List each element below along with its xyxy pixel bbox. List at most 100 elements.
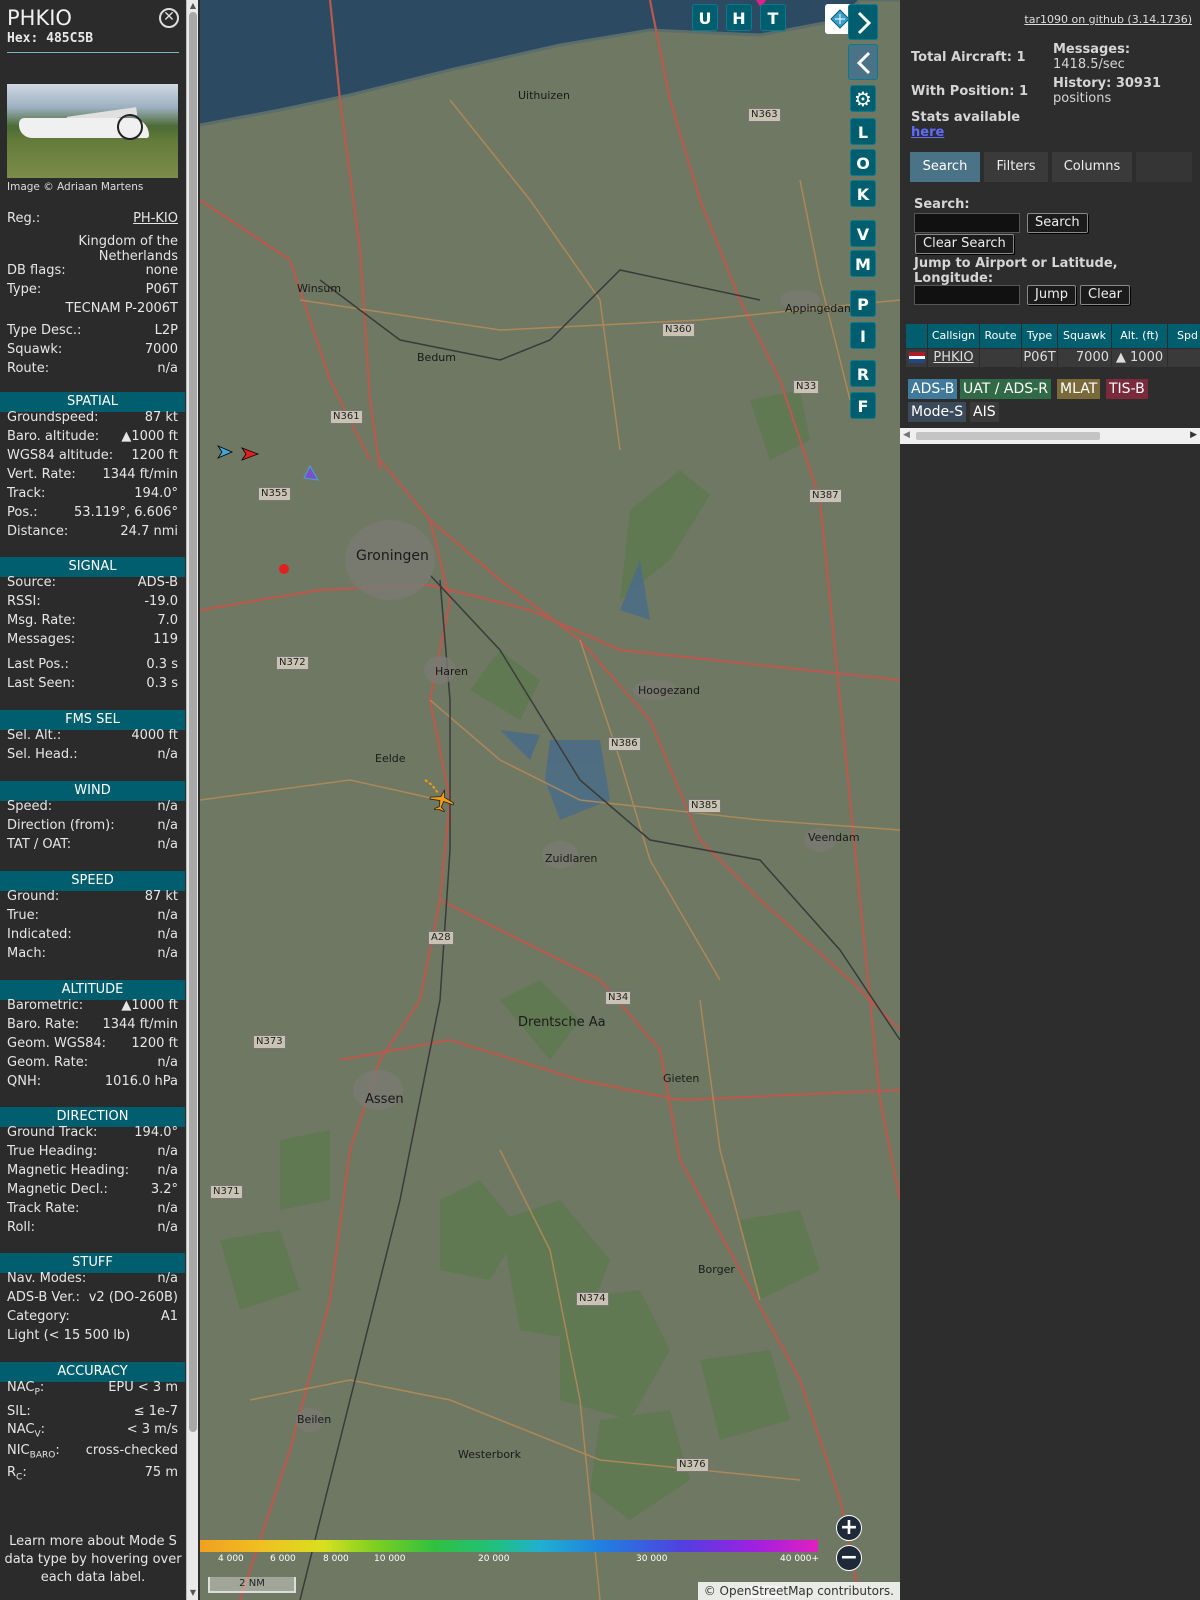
map-button-i[interactable]: I	[850, 322, 876, 349]
source-adsb[interactable]: ADS-B	[908, 379, 958, 399]
collapse-panel-button[interactable]	[848, 44, 878, 80]
scrollbar-thumb[interactable]	[916, 432, 1100, 440]
altitude-value: 1016.0 hPa	[104, 1074, 178, 1089]
zoom-in-button[interactable]: +	[836, 1515, 862, 1541]
search-button[interactable]: Search	[1027, 213, 1088, 233]
wind-row: TAT / OAT: n/a	[7, 836, 178, 854]
clear-search-button[interactable]: Clear Search	[915, 234, 1014, 254]
history-label: History: 30931	[1053, 76, 1162, 91]
sidebar-scrollbar[interactable]: ▲ ▼	[186, 0, 198, 1600]
accuracy-key: RC:	[7, 1465, 27, 1483]
place-label: Eelde	[375, 752, 406, 765]
tab-filters[interactable]: Filters	[984, 152, 1048, 182]
expand-panel-button[interactable]	[848, 4, 878, 40]
map-button-f[interactable]: F	[850, 392, 876, 419]
source-modes[interactable]: Mode-S	[908, 402, 967, 422]
map-canvas[interactable]	[200, 0, 900, 1600]
search-input[interactable]	[914, 213, 1020, 233]
map-button-l[interactable]: L	[850, 118, 876, 145]
github-link[interactable]: tar1090 on github (3.14.1736)	[1024, 13, 1192, 26]
source-tisb[interactable]: TIS-B	[1106, 379, 1148, 399]
info-value: n/a	[157, 361, 178, 376]
aircraft-hex: Hex: 485C5B	[7, 31, 94, 46]
zoom-out-button[interactable]: −	[836, 1545, 862, 1571]
map-button-m[interactable]: M	[850, 250, 876, 277]
accuracy-key-main: NAC	[7, 1380, 35, 1395]
accuracy-value: 75 m	[144, 1465, 178, 1480]
col-squawk[interactable]: Squawk	[1058, 324, 1112, 348]
scroll-right-icon[interactable]: ▶	[1190, 430, 1197, 440]
scroll-up-icon[interactable]: ▲	[188, 1, 198, 11]
col-callsign[interactable]: Callsign	[928, 324, 980, 348]
scroll-left-icon[interactable]: ◀	[903, 430, 910, 440]
settings-button[interactable]: ⚙	[850, 85, 876, 112]
road-label: N386	[608, 737, 641, 751]
col-altitude[interactable]: Alt. (ft)	[1112, 324, 1168, 348]
info-value[interactable]: PH-KIO	[133, 210, 178, 228]
stuff-row: Light (< 15 500 lb)	[7, 1327, 178, 1345]
speed-row: True: n/a	[7, 907, 178, 925]
info-value: 7000	[144, 342, 178, 357]
selected-aircraft-icon[interactable]	[428, 788, 456, 813]
map-button-u[interactable]: U	[692, 4, 718, 31]
map-button-h[interactable]: H	[726, 4, 752, 31]
map-button-p[interactable]: P	[850, 290, 876, 317]
tab-search[interactable]: Search	[910, 152, 980, 182]
accuracy-key-sub: V	[34, 1429, 41, 1440]
map-button-r[interactable]: R	[850, 360, 876, 387]
tab-extra[interactable]	[1136, 152, 1192, 182]
accuracy-key-main: NIC	[7, 1443, 30, 1458]
tab-columns[interactable]: Columns	[1052, 152, 1132, 182]
direction-value: n/a	[157, 1163, 178, 1178]
source-mlat[interactable]: MLAT	[1057, 379, 1101, 399]
direction-row: Roll: n/a	[7, 1219, 178, 1237]
accuracy-value: ≤ 1e-7	[133, 1404, 178, 1419]
col-flag[interactable]	[906, 324, 928, 348]
aircraft-photo[interactable]	[7, 84, 178, 178]
scroll-down-icon[interactable]: ▼	[188, 1588, 198, 1598]
source-ais[interactable]: AIS	[970, 402, 999, 422]
search-label: Search:	[914, 197, 970, 212]
place-label: Hoogezand	[638, 684, 700, 697]
jump-button[interactable]: Jump	[1027, 285, 1076, 305]
altitude-key: Geom. WGS84:	[7, 1036, 107, 1051]
altitude-key: Barometric:	[7, 998, 84, 1013]
aircraft-detail-sidebar: PHKIO ✕ Hex: 485C5B Image © Adriaan Mart…	[0, 0, 185, 1600]
stuff-value: n/a	[157, 1271, 178, 1286]
stats-here-link[interactable]: here	[911, 125, 944, 140]
jump-input[interactable]	[914, 285, 1020, 305]
map-button-t[interactable]: T	[760, 4, 786, 31]
col-type[interactable]: Type	[1022, 324, 1058, 348]
map-button-v[interactable]: V	[850, 220, 876, 247]
map-button-o[interactable]: O	[850, 149, 876, 176]
fms-row: Sel. Alt.: 4000 ft	[7, 727, 178, 745]
col-route[interactable]: Route	[980, 324, 1022, 348]
accuracy-key-sub: C	[16, 1472, 23, 1483]
map-button-k[interactable]: K	[850, 180, 876, 207]
spatial-value: 53.119°, 6.606°	[74, 505, 178, 520]
signal-key: Last Pos.:	[7, 657, 69, 672]
place-label: Winsum	[297, 282, 342, 295]
direction-key: True Heading:	[7, 1144, 98, 1159]
info-row: Type Desc.: L2P	[7, 322, 178, 340]
altitude-value: 1200 ft	[131, 1036, 178, 1051]
clear-jump-button[interactable]: Clear	[1080, 285, 1130, 305]
altitude-tick-label: 20 000	[478, 1554, 510, 1564]
table-row-callsign[interactable]: PHKIO	[928, 349, 980, 367]
right-panel: tar1090 on github (3.14.1736) Total Airc…	[900, 0, 1200, 1600]
close-icon[interactable]: ✕	[159, 8, 179, 28]
accuracy-key-main: R	[7, 1465, 17, 1480]
place-label: Bedum	[417, 351, 456, 364]
direction-value: n/a	[157, 1201, 178, 1216]
history-value: positions	[1053, 91, 1112, 106]
road-label: N361	[330, 410, 363, 424]
place-label: Assen	[365, 1092, 404, 1107]
place-label: Haren	[435, 665, 469, 678]
accuracy-row: NACV: < 3 m/s	[7, 1421, 178, 1440]
stuff-value: v2 (DO-260B)	[88, 1290, 178, 1305]
source-uat[interactable]: UAT / ADS-R	[960, 379, 1051, 399]
col-speed[interactable]: Spd	[1168, 324, 1200, 348]
map-view[interactable]: Groningen Haren Hoogezand Zuidlaren Assen Eel…	[200, 0, 900, 1600]
scrollbar-thumb[interactable]	[189, 12, 197, 1432]
table-horizontal-scrollbar[interactable]: ◀ ▶	[900, 428, 1200, 444]
